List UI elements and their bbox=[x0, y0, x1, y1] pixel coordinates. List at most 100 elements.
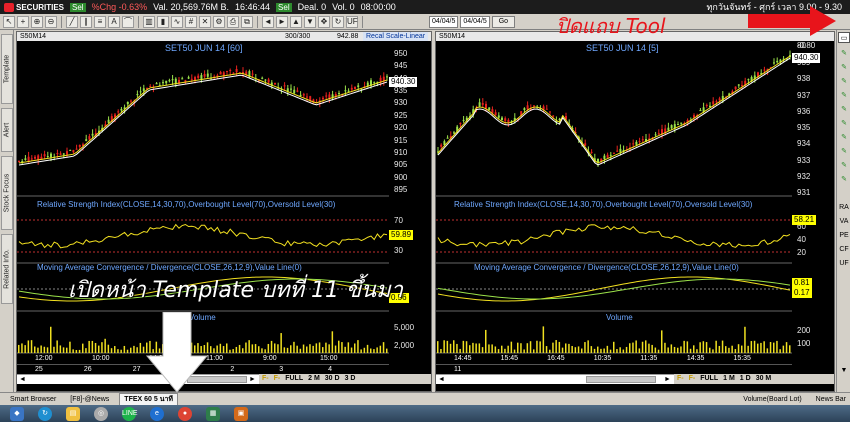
chrome-icon[interactable]: ● bbox=[178, 406, 192, 421]
bar-chart-icon[interactable]: ▥ bbox=[143, 15, 155, 28]
tf-f1-button[interactable]: F- bbox=[262, 374, 269, 384]
tool-icon-5[interactable]: ✎ bbox=[838, 104, 850, 115]
volume-bar bbox=[350, 347, 353, 353]
scroll-thumb-right[interactable] bbox=[586, 376, 656, 383]
tf-1d-button[interactable]: 1 D bbox=[740, 374, 751, 384]
news-bar-button[interactable]: News Bar bbox=[812, 396, 850, 403]
rsi-tick-label: 30 bbox=[394, 246, 403, 255]
volume-bar bbox=[85, 348, 87, 353]
tool-icon-6[interactable]: ✎ bbox=[838, 118, 850, 129]
horizontal-scrollbar-left[interactable]: ◄ ► bbox=[17, 374, 259, 384]
tab-stock-focus[interactable]: Stock Focus bbox=[1, 156, 13, 230]
tab-pe[interactable]: PE bbox=[838, 230, 850, 241]
app-icon-4[interactable]: ▦ bbox=[206, 406, 220, 421]
app-icon-5[interactable]: ▣ bbox=[234, 406, 248, 421]
zoom-out-icon[interactable]: ⊖ bbox=[45, 15, 57, 28]
tf-30d-button[interactable]: 30 D bbox=[325, 374, 340, 384]
scroll-left-icon-right[interactable]: ◄ bbox=[438, 375, 445, 385]
tab-va[interactable]: VA bbox=[838, 216, 850, 227]
grid-icon[interactable]: # bbox=[185, 15, 197, 28]
volume-bar bbox=[370, 348, 372, 353]
tool-icon-10[interactable]: ✎ bbox=[838, 174, 850, 185]
tab-tfex-5min[interactable]: TFEX 60 5 นาที bbox=[119, 392, 179, 406]
start-icon[interactable]: ◆ bbox=[10, 406, 24, 421]
uf-toggle-button[interactable]: UF bbox=[346, 15, 358, 28]
volume-bar bbox=[619, 347, 621, 353]
volume-tick-label: 2,000 bbox=[394, 341, 415, 350]
date-from-input[interactable]: 04/04/5 bbox=[429, 15, 459, 28]
line-app-icon[interactable]: LINE bbox=[122, 406, 138, 421]
crosshair-icon[interactable]: + bbox=[17, 15, 29, 28]
app-icon-2[interactable]: ▤ bbox=[66, 406, 80, 421]
candle-chart-icon[interactable]: ▮ bbox=[157, 15, 169, 28]
app-icon-1[interactable]: ↻ bbox=[38, 406, 52, 421]
tf-f1-button-right[interactable]: F- bbox=[677, 374, 684, 384]
zoom-in-icon[interactable]: ⊕ bbox=[31, 15, 43, 28]
tf-2m-button[interactable]: 2 M bbox=[308, 374, 320, 384]
tf-f2-button[interactable]: F- bbox=[274, 374, 281, 384]
volume-bar bbox=[497, 349, 500, 353]
candle-body bbox=[501, 117, 503, 121]
scroll-left-icon[interactable]: ◄ bbox=[19, 375, 26, 385]
tool-icon-8[interactable]: ✎ bbox=[838, 146, 850, 157]
tab-template[interactable]: Template bbox=[1, 34, 13, 104]
volume-tick-label: 200 bbox=[797, 326, 811, 335]
tab-uf[interactable]: UF bbox=[838, 258, 850, 269]
maximize-icon[interactable]: ▭ bbox=[838, 32, 850, 43]
volume-bar bbox=[226, 343, 228, 353]
scroll-right-icon[interactable]: ► bbox=[249, 375, 256, 385]
print-icon[interactable]: ⎙ bbox=[227, 15, 239, 28]
tf-1m-button[interactable]: 1 M bbox=[723, 374, 735, 384]
tab-news[interactable]: [F8]-@News bbox=[66, 396, 113, 403]
volume-bar bbox=[270, 340, 273, 353]
chart-pane-5min[interactable]: S50M14 939938937936935934933932931604020… bbox=[435, 31, 835, 392]
arrow-left-icon[interactable]: ◄ bbox=[262, 15, 274, 28]
scroll-right-icon-right[interactable]: ► bbox=[664, 375, 671, 385]
chart-pane-60min[interactable]: S50M14 300/300 942.88 Recal Scale-Linear… bbox=[16, 31, 432, 392]
scroll-down-icon[interactable]: ▼ bbox=[838, 365, 850, 376]
pan-icon[interactable]: ✥ bbox=[318, 15, 330, 28]
volume-bar bbox=[753, 340, 756, 353]
select-button-2[interactable]: Sel bbox=[276, 2, 292, 12]
tool-icon-1[interactable]: ✎ bbox=[838, 48, 850, 59]
channel-tool-icon[interactable]: ∥ bbox=[80, 15, 92, 28]
copy-icon[interactable]: ⧉ bbox=[241, 15, 253, 28]
tab-alert[interactable]: Alert bbox=[1, 108, 13, 152]
tab-smart-browser[interactable]: Smart Browser bbox=[6, 396, 60, 403]
tab-ra[interactable]: RA bbox=[838, 202, 850, 213]
select-button[interactable]: Sel bbox=[70, 2, 86, 12]
volume-board-lot-label[interactable]: Volume(Board Lot) bbox=[739, 396, 805, 403]
delete-icon[interactable]: ✕ bbox=[199, 15, 211, 28]
tool-icon-9[interactable]: ✎ bbox=[838, 160, 850, 171]
candle-body bbox=[197, 75, 200, 79]
ie-icon[interactable]: e bbox=[150, 406, 164, 421]
tf-full-button-right[interactable]: FULL bbox=[700, 374, 718, 384]
arrow-up-icon[interactable]: ▲ bbox=[290, 15, 302, 28]
cursor-icon[interactable]: ↖ bbox=[3, 15, 15, 28]
tool-icon-3[interactable]: ✎ bbox=[838, 76, 850, 87]
tool-icon-4[interactable]: ✎ bbox=[838, 90, 850, 101]
fibonacci-icon[interactable]: ≡ bbox=[94, 15, 106, 28]
app-icon-3[interactable]: ◎ bbox=[94, 406, 108, 421]
horizontal-scrollbar-right[interactable]: ◄ ► bbox=[436, 374, 674, 384]
tf-3d-button[interactable]: 3 D bbox=[345, 374, 356, 384]
tool-icon-2[interactable]: ✎ bbox=[838, 62, 850, 73]
arrow-right-icon[interactable]: ► bbox=[276, 15, 288, 28]
candle-body bbox=[306, 96, 308, 98]
tool-icon-7[interactable]: ✎ bbox=[838, 132, 850, 143]
tf-full-button[interactable]: FULL bbox=[285, 374, 303, 384]
tab-related-info[interactable]: Related Info. bbox=[1, 234, 13, 304]
tab-cf[interactable]: CF bbox=[838, 244, 850, 255]
date-to-input[interactable]: 04/04/5 bbox=[460, 15, 490, 28]
line-tool-icon[interactable]: ╱ bbox=[66, 15, 78, 28]
text-tool-icon[interactable]: A bbox=[108, 15, 120, 28]
tf-f2-button-right[interactable]: F- bbox=[689, 374, 696, 384]
go-button[interactable]: Go bbox=[491, 15, 516, 28]
arc-tool-icon[interactable]: ⌒ bbox=[122, 15, 134, 28]
tf-30m-button[interactable]: 30 M bbox=[756, 374, 772, 384]
recal-scale-button[interactable]: Recal Scale-Linear bbox=[363, 32, 429, 41]
refresh-icon[interactable]: ↻ bbox=[332, 15, 344, 28]
settings-icon[interactable]: ⚙ bbox=[213, 15, 225, 28]
line-chart-icon[interactable]: ∿ bbox=[171, 15, 183, 28]
arrow-down-icon[interactable]: ▼ bbox=[304, 15, 316, 28]
